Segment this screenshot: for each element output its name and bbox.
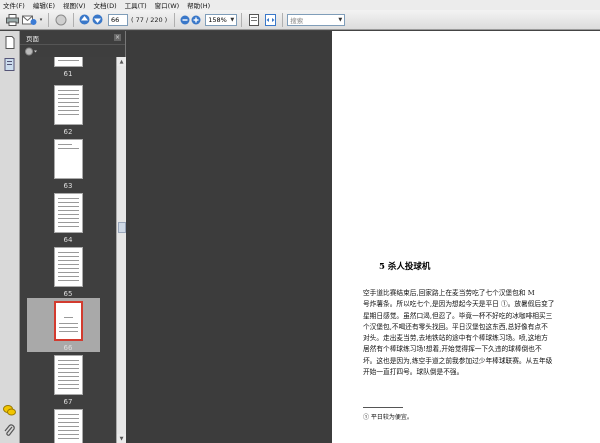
zoom-value: 158% (208, 15, 227, 24)
zoom-out-button[interactable] (179, 13, 190, 27)
scrollbar-thumb[interactable] (118, 222, 126, 233)
thumbnail-label: 66 (63, 344, 73, 352)
toolbar: ▾ 66 ( 77 / 220 ) 158% ▼ 搜索 ▼ (0, 10, 600, 30)
arrow-down-icon (92, 14, 103, 25)
arrow-up-icon (79, 14, 90, 25)
menu-edit[interactable]: 编辑(E) (33, 0, 55, 10)
page-thumbnail (53, 247, 83, 287)
toolbar-separator (241, 12, 243, 27)
thumbnail-item[interactable]: 67 (20, 355, 116, 406)
chapter-title: 5 杀人投球机 (379, 262, 431, 272)
thumbnail-label: 63 (63, 182, 73, 190)
page-thumbnail (53, 193, 83, 233)
menu-help[interactable]: 帮助(H) (187, 0, 210, 10)
thumbnail-item[interactable] (20, 409, 116, 443)
comment-icon (3, 405, 16, 416)
fit-width-icon (264, 13, 276, 26)
thumbnail-label: 65 (63, 290, 73, 298)
toolbar-separator (73, 12, 74, 27)
toolbar-separator (48, 12, 49, 27)
thumbnail-label: 67 (63, 398, 73, 406)
previous-page-button[interactable] (78, 13, 91, 27)
menu-tools[interactable]: 工具(T) (125, 0, 147, 10)
menu-file[interactable]: 文件(F) (3, 0, 25, 10)
text-line: 空手道比赛结束后,回家路上在麦当劳吃了七个汉堡包和 M (363, 289, 535, 297)
thumbnail-item[interactable]: 65 (20, 247, 116, 298)
bookmarks-panel-button[interactable] (3, 58, 16, 71)
text-line: 对头。走出麦当劳,去地铁站的途中有个棒球练习场。喷,这地方 (363, 334, 548, 343)
zoom-in-button[interactable] (190, 13, 201, 27)
thumbnail-label: 64 (63, 236, 73, 244)
thumbnail-label: 62 (63, 128, 73, 136)
thumbnail-item[interactable]: 62 (20, 85, 116, 136)
panel-options-bar (20, 44, 125, 57)
thumbnail-item[interactable]: 64 (20, 193, 116, 244)
fit-width-button[interactable] (262, 13, 278, 27)
menu-view[interactable]: 视图(V) (63, 0, 86, 10)
next-page-button[interactable] (91, 13, 104, 27)
options-icon (25, 47, 37, 55)
search-placeholder: 搜索 (290, 16, 304, 25)
chevron-down-icon: ▼ (230, 16, 235, 23)
email-button[interactable] (20, 13, 38, 27)
comments-panel-button[interactable] (3, 404, 16, 417)
text-line: 星期日感觉。虽然口渴,但忍了。毕竟一杯不好吃的冰咖啡相买三 (363, 311, 553, 320)
menu-window[interactable]: 窗口(W) (155, 0, 180, 10)
thumbnail-item[interactable]: 63 (20, 139, 116, 190)
attachments-panel-button[interactable] (3, 424, 16, 437)
email-icon (21, 15, 36, 25)
page-thumbnails-panel: 页面 × 61 62 63 64 65 66 67 ▲ ▼ (20, 31, 126, 443)
paperclip-icon (4, 424, 15, 436)
fit-page-button[interactable] (246, 13, 262, 27)
page-thumbnail (53, 301, 83, 341)
page-thumbnail (53, 57, 83, 67)
navigation-strip (0, 31, 20, 443)
text-line: 坏。这也是因为,练空手道之前我参加过少年棒球联赛。从五年级 (363, 356, 553, 365)
text-line: 居然有个棒球练习场!想着,开始觉得挥一下久违的球棒倒也不 (363, 345, 542, 354)
close-panel-button[interactable]: × (114, 34, 121, 41)
email-dropdown-arrow[interactable]: ▾ (38, 13, 44, 27)
thumbnail-item[interactable]: 61 (20, 57, 116, 78)
printer-icon (5, 13, 19, 26)
fit-page-icon (249, 13, 260, 26)
document-viewer[interactable]: 5 杀人投球机 空手道比赛结束后,回家路上在麦当劳吃了七个汉堡包和 M 号炸薯条… (130, 31, 600, 443)
thumbnail-label: 61 (63, 70, 73, 78)
page-count-label: ( 77 / 220 ) (131, 15, 168, 24)
text-line: 号炸薯条。所以吃七个,是因为想起今天是平日 ①。放暑假后变了 (363, 300, 555, 309)
panel-header: 页面 × (20, 31, 125, 44)
document-page: 5 杀人投球机 空手道比赛结束后,回家路上在麦当劳吃了七个汉堡包和 M 号炸薯条… (332, 31, 600, 443)
page-thumbnail (53, 355, 83, 395)
page-thumbnail (53, 409, 83, 443)
text-line: 开始一直打四号。球队倒是不强。 (363, 368, 464, 377)
panel-title: 页面 (26, 34, 39, 43)
zoom-select[interactable]: 158% ▼ (205, 13, 238, 26)
circle-icon (55, 14, 67, 25)
scroll-down-arrow[interactable]: ▼ (117, 434, 126, 443)
toolbar-separator (174, 12, 176, 27)
thumbnail-item-selected[interactable]: 66 (20, 301, 116, 352)
page-number-input[interactable]: 66 (108, 13, 128, 26)
menu-document[interactable]: 文档(D) (94, 0, 117, 10)
chevron-down-icon: ▼ (338, 16, 343, 23)
toolbar-separator (282, 12, 284, 27)
footnote-divider (363, 407, 403, 408)
zoom-out-icon (180, 15, 190, 24)
menu-bar: 文件(F) 编辑(E) 视图(V) 文档(D) 工具(T) 窗口(W) 帮助(H… (0, 0, 600, 10)
text-line: 个汉堡包,不喝还有零头找回。平日汉堡包这东西,总好像有点不 (363, 322, 548, 331)
page-icon (5, 36, 15, 49)
thumbnail-list: 61 62 63 64 65 66 67 (20, 57, 116, 443)
page-body-text: 空手道比赛结束后,回家路上在麦当劳吃了七个汉堡包和 M 号炸薯条。所以吃七个,是… (363, 288, 583, 378)
zoom-in-icon (191, 15, 201, 24)
search-input[interactable]: 搜索 ▼ (287, 13, 346, 26)
pages-panel-button[interactable] (3, 36, 16, 49)
options-button[interactable] (24, 47, 38, 56)
page-thumbnail (53, 85, 83, 125)
hand-tool-button[interactable] (53, 13, 69, 27)
bookmark-icon (4, 58, 15, 71)
print-button[interactable] (4, 13, 20, 27)
scroll-up-arrow[interactable]: ▲ (117, 57, 126, 66)
page-thumbnail (53, 139, 83, 179)
thumbnail-scrollbar[interactable]: ▲ ▼ (116, 57, 126, 443)
footnote: ① 平日较为便宜。 (363, 414, 413, 421)
